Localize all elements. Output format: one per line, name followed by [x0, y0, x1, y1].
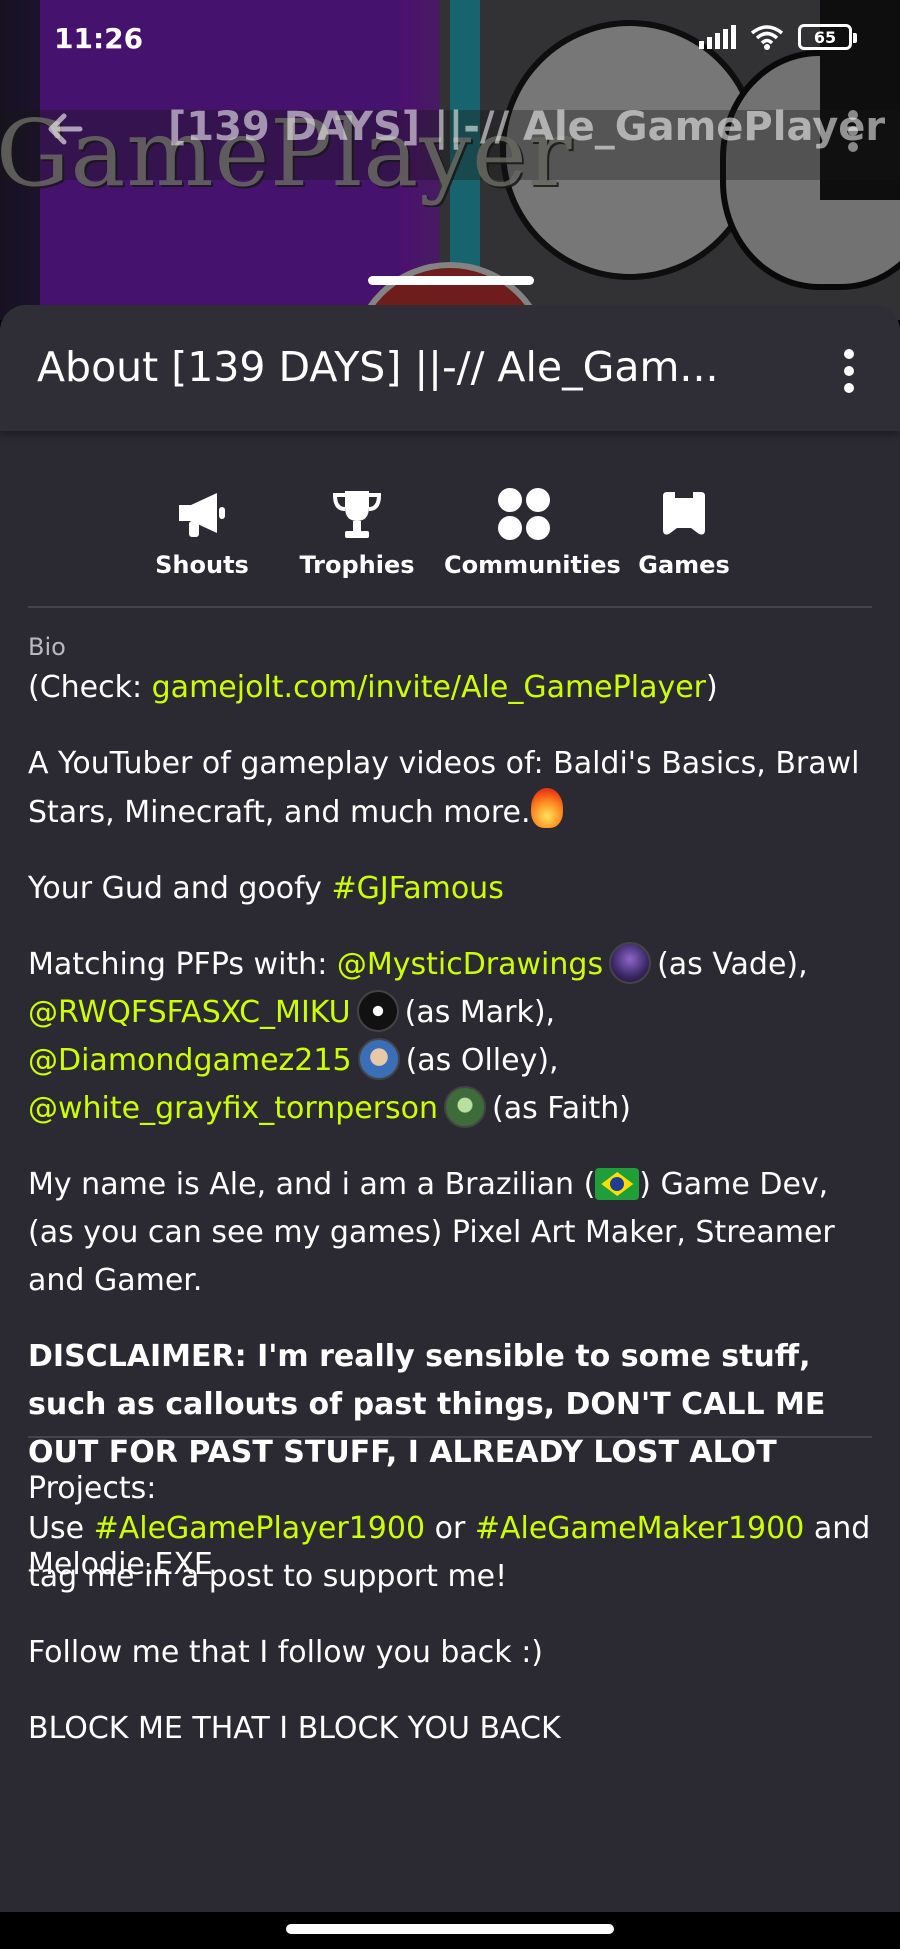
- overflow-menu-icon[interactable]: [846, 110, 860, 154]
- bio-follow: Follow me that I follow you back :): [28, 1635, 544, 1670]
- communities-icon: [498, 488, 550, 540]
- text: (as Faith): [492, 1091, 632, 1126]
- back-arrow-icon[interactable]: [40, 104, 90, 154]
- wifi-icon: [750, 25, 784, 50]
- text: (as Mark),: [404, 995, 556, 1030]
- tab-games[interactable]: Games: [624, 485, 744, 579]
- about-sheet: About [139 DAYS] ||-// Ale_Gam... Shouts: [0, 305, 900, 1949]
- top-nav: [139 DAYS] ||-// Ale_GamePlayer: [0, 90, 900, 170]
- megaphone-icon: [179, 493, 225, 537]
- divider: [28, 1436, 872, 1438]
- bio-disclaimer: DISCLAIMER: I'm really sensible to some …: [28, 1339, 826, 1470]
- text: ): [706, 670, 718, 705]
- tab-shouts[interactable]: Shouts: [132, 485, 272, 579]
- text: Your Gud and goofy: [28, 871, 332, 906]
- invite-link[interactable]: gamejolt.com/invite/Ale_GamePlayer: [152, 670, 706, 705]
- projects-section: Projects: Melodie.EXE: [28, 1465, 878, 1617]
- divider: [28, 606, 872, 608]
- sheet-more-icon[interactable]: [844, 349, 856, 400]
- mention-link[interactable]: @RWQFSFASXC_MIKU: [28, 995, 351, 1030]
- bio-youtuber: A YouTuber of gameplay videos of: Baldi'…: [28, 740, 878, 837]
- status-bar: 11:26 65: [0, 0, 900, 80]
- avatar: [357, 1038, 400, 1080]
- bio-check: (Check: gamejolt.com/invite/Ale_GamePlay…: [28, 664, 878, 712]
- bio-goofy: Your Gud and goofy #GJFamous: [28, 865, 878, 913]
- mention-link[interactable]: @MysticDrawings: [337, 947, 603, 982]
- text: A YouTuber of gameplay videos of: Baldi'…: [28, 746, 860, 830]
- project-item: Melodie.EXE: [28, 1547, 213, 1582]
- sheet-header: About [139 DAYS] ||-// Ale_Gam...: [0, 305, 900, 431]
- text: My name is Ale, and i am a Brazilian (: [28, 1167, 596, 1202]
- tab-trophies[interactable]: Trophies: [292, 485, 422, 579]
- bio-name: My name is Ale, and i am a Brazilian () …: [28, 1161, 878, 1305]
- mention-link[interactable]: @white_grayfix_tornperson: [28, 1091, 438, 1126]
- status-icons: 65: [699, 24, 857, 50]
- sheet-title: About [139 DAYS] ||-// Ale_Gam...: [37, 343, 719, 391]
- signal-icon: [699, 25, 736, 49]
- avatar: [444, 1086, 487, 1128]
- tab-label: Communities: [444, 551, 621, 579]
- tab-label: Games: [638, 551, 730, 579]
- text: (as Vade),: [657, 947, 808, 982]
- tab-label: Shouts: [155, 551, 249, 579]
- brazil-flag-icon: [595, 1168, 640, 1200]
- page-title: [139 DAYS] ||-// Ale_GamePlayer: [168, 104, 886, 150]
- bio-label: Bio: [28, 633, 66, 661]
- gamepad-icon: [663, 492, 705, 535]
- profile-tabs: Shouts Trophies Communities Games: [132, 485, 772, 595]
- bio-block: BLOCK ME THAT I BLOCK YOU BACK: [28, 1711, 561, 1746]
- hashtag-link[interactable]: #GJFamous: [331, 871, 503, 906]
- avatar: [609, 942, 652, 984]
- trophy-icon: [332, 491, 382, 538]
- battery-icon: 65: [798, 24, 857, 50]
- projects-heading: Projects:: [28, 1471, 157, 1506]
- status-time: 11:26: [54, 22, 144, 55]
- text: (Check:: [28, 670, 152, 705]
- avatar: [356, 990, 399, 1032]
- home-indicator[interactable]: [286, 1924, 614, 1934]
- bio-matching: Matching PFPs with: @MysticDrawings (as V…: [28, 941, 878, 1133]
- text: (as Olley),: [405, 1043, 559, 1078]
- sheet-drag-handle[interactable]: [368, 276, 534, 285]
- tab-label: Trophies: [299, 551, 415, 579]
- tab-communities[interactable]: Communities: [444, 485, 621, 579]
- text: Matching PFPs with:: [28, 947, 337, 982]
- fire-emoji-icon: [530, 788, 563, 828]
- mention-link[interactable]: @Diamondgamez215: [28, 1043, 352, 1078]
